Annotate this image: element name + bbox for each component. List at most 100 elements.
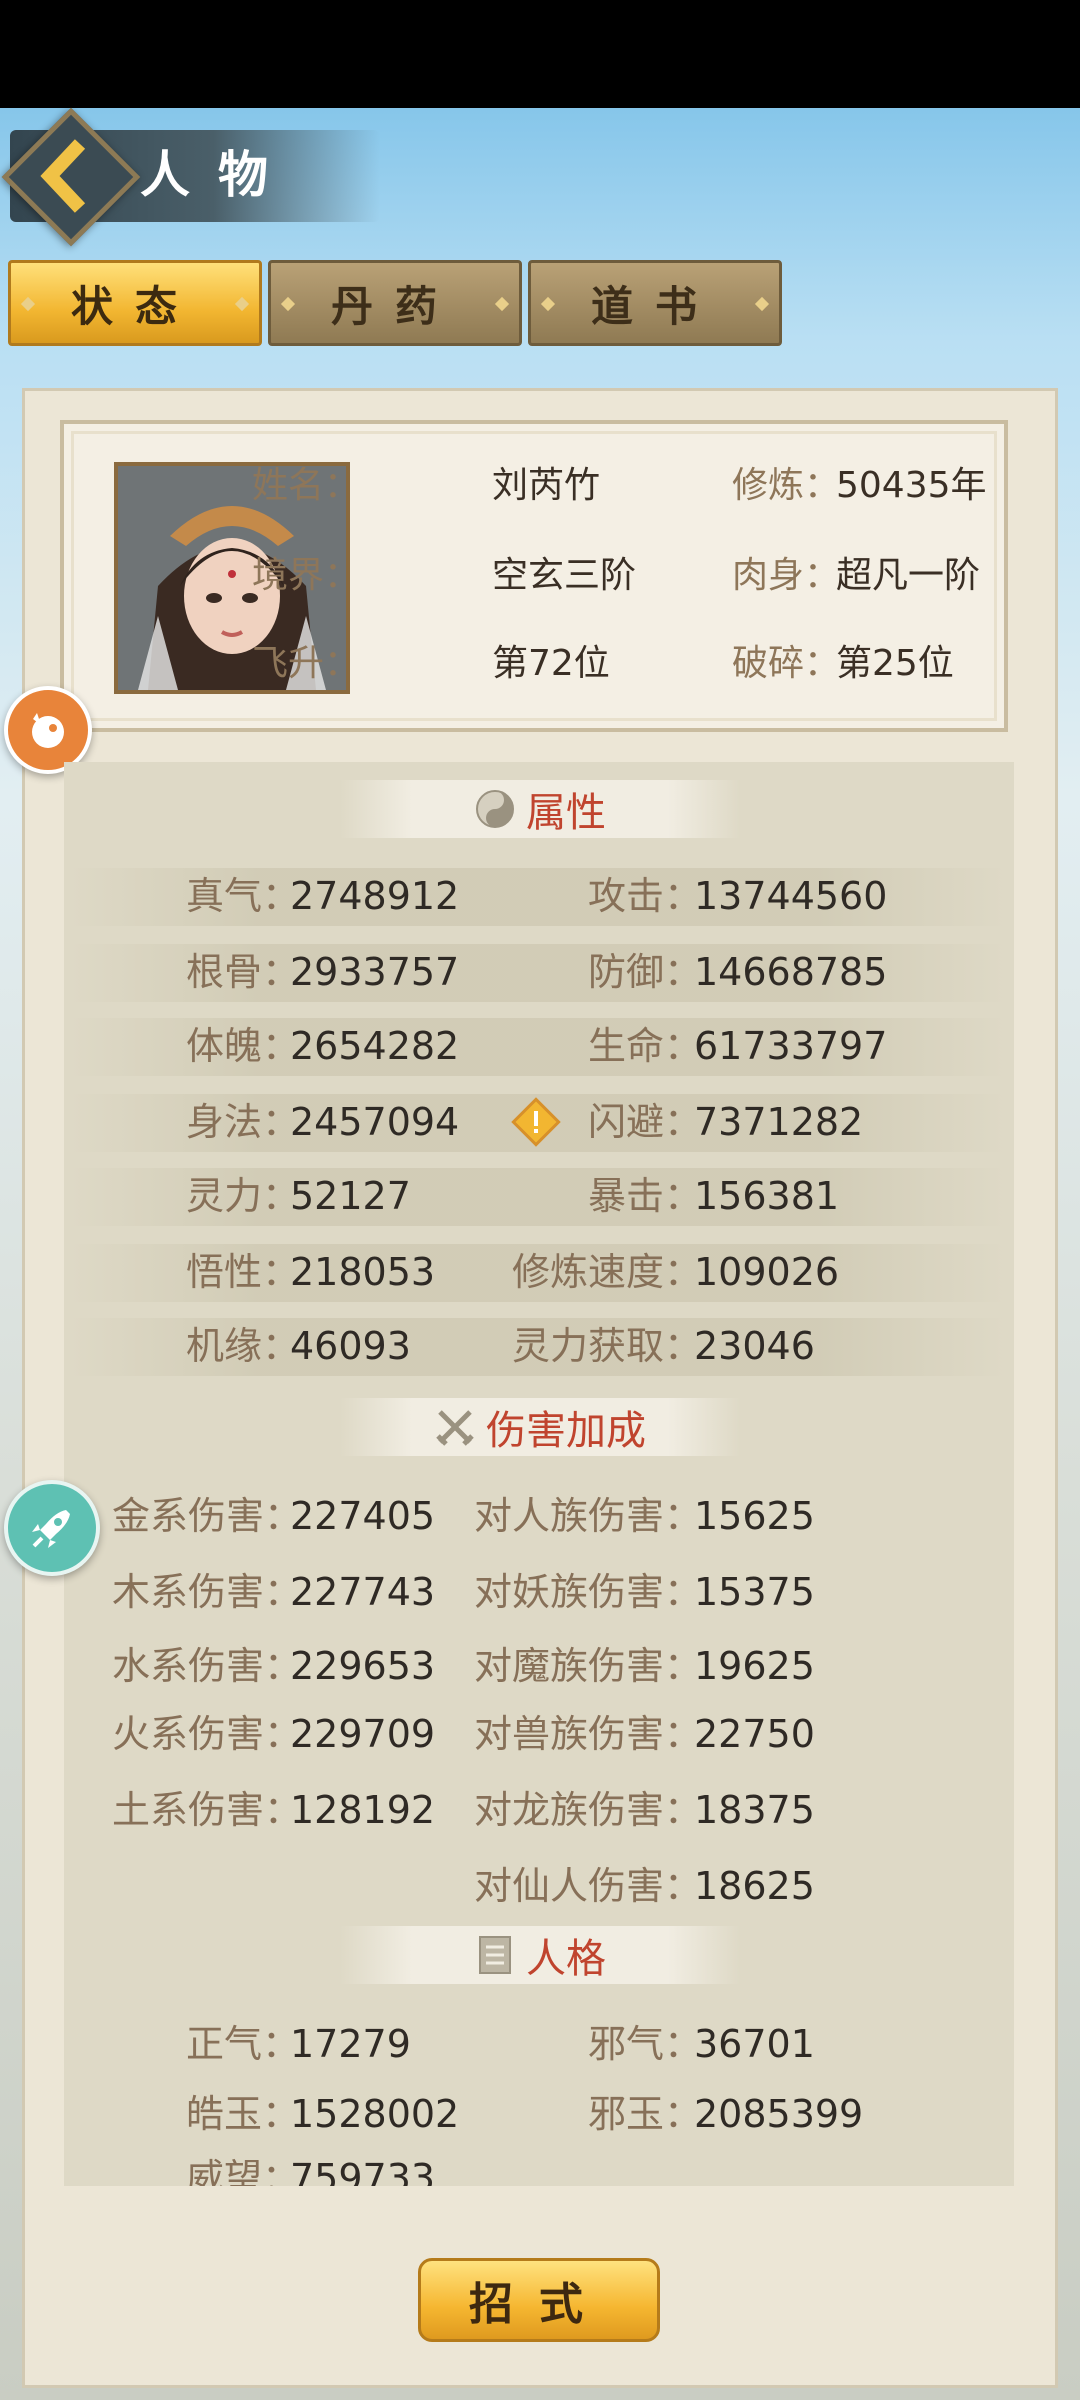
tab-ornament-icon: [494, 296, 510, 312]
stat-label: 防御：: [588, 950, 703, 994]
stat-value: 227405: [290, 1494, 436, 1538]
status-bar: [0, 0, 1080, 108]
tab-status[interactable]: 状态: [8, 260, 262, 346]
stat-value: 128192: [290, 1788, 436, 1832]
skills-button[interactable]: 招式: [418, 2258, 660, 2342]
section-title: 伤害加成: [486, 1408, 646, 1454]
back-chevron-icon: [36, 138, 96, 214]
cultivation-label: 修炼：: [732, 465, 841, 506]
stat-label: 邪玉：: [588, 2092, 703, 2136]
stat-value: 2085399: [694, 2092, 864, 2136]
stat-value: 227743: [290, 1570, 436, 1614]
tab-bar: 状态 丹药 道书: [8, 260, 782, 346]
tab-pills[interactable]: 丹药: [268, 260, 522, 346]
body-value: 超凡一阶: [836, 555, 981, 596]
realm-value: 空玄三阶: [492, 555, 637, 596]
stat-value: 14668785: [694, 950, 888, 994]
stat-value: 18375: [694, 1788, 815, 1832]
stat-value: 19625: [694, 1644, 815, 1688]
stat-value: 13744560: [694, 874, 888, 918]
stat-value: 2748912: [290, 874, 460, 918]
body-label: 肉身：: [732, 555, 841, 596]
stat-value: 156381: [694, 1174, 840, 1218]
stat-value: 36701: [694, 2022, 815, 2066]
stat-label: 机缘：: [186, 1324, 301, 1368]
cultivation-value: 50435年: [836, 465, 987, 506]
stat-label: 体魄：: [186, 1024, 301, 1068]
ascend-value: 第72位: [492, 643, 610, 684]
stat-label: 木系伤害：: [112, 1570, 303, 1614]
stat-value: 229709: [290, 1712, 436, 1756]
stat-label: 灵力：: [186, 1174, 301, 1218]
realm-label: 境界：: [252, 555, 361, 596]
skills-button-label: 招式: [469, 2279, 609, 2330]
stat-value: 2933757: [290, 950, 460, 994]
stat-label: 对魔族伤害：: [474, 1644, 703, 1688]
tab-ornament-icon: [234, 296, 250, 312]
stat-label: 暴击：: [588, 1174, 703, 1218]
crossed-swords-icon: [434, 1406, 476, 1448]
stat-label: 对人族伤害：: [474, 1494, 703, 1538]
section-header-attributes: 属性: [340, 780, 740, 838]
stat-label: 闪避：: [588, 1100, 703, 1144]
stat-value: 2457094: [290, 1100, 460, 1144]
stat-value: 18625: [694, 1864, 815, 1908]
stat-label: 正气：: [186, 2022, 301, 2066]
stat-label: 威望：: [186, 2156, 301, 2186]
stat-label: 身法：: [186, 1100, 301, 1144]
tab-ornament-icon: [20, 296, 36, 312]
stat-label: 土系伤害：: [112, 1788, 303, 1832]
stat-label: 灵力获取：: [512, 1324, 703, 1368]
stat-value: 759733: [290, 2156, 436, 2186]
ascend-label: 飞升：: [252, 643, 361, 684]
stat-value: 15625: [694, 1494, 815, 1538]
rocket-icon: [32, 1510, 70, 1548]
tab-label: 丹药: [330, 281, 459, 331]
stat-label: 邪气：: [588, 2022, 703, 2066]
stat-value: 15375: [694, 1570, 815, 1614]
tab-label: 道书: [590, 281, 719, 331]
tab-ornament-icon: [754, 296, 770, 312]
pet-float-button[interactable]: [4, 686, 92, 774]
stat-label: 真气：: [186, 874, 301, 918]
name-value: 刘芮竹: [492, 465, 601, 506]
stat-label: 对龙族伤害：: [474, 1788, 703, 1832]
pet-icon: [32, 713, 64, 748]
tab-books[interactable]: 道书: [528, 260, 782, 346]
stat-label: 金系伤害：: [112, 1494, 303, 1538]
stat-label: 对兽族伤害：: [474, 1712, 703, 1756]
stat-value: 52127: [290, 1174, 411, 1218]
stat-label: 攻击：: [588, 874, 703, 918]
stat-label: 皓玉：: [186, 2092, 301, 2136]
section-title: 属性: [526, 790, 606, 836]
stat-value: 46093: [290, 1324, 411, 1368]
stat-value: 7371282: [694, 1100, 864, 1144]
stat-value: 218053: [290, 1250, 436, 1294]
stat-value: 22750: [694, 1712, 815, 1756]
section-header-personality: 人格: [340, 1926, 740, 1984]
stat-value: 23046: [694, 1324, 815, 1368]
stat-label: 悟性：: [186, 1250, 301, 1294]
rocket-float-button[interactable]: [4, 1480, 100, 1576]
page-title: 人物: [140, 145, 296, 204]
stat-value: 229653: [290, 1644, 436, 1688]
tab-label: 状态: [70, 281, 199, 331]
section-header-damage: 伤害加成: [340, 1398, 740, 1456]
name-label: 姓名：: [252, 465, 361, 506]
document-icon: [474, 1934, 516, 1976]
stat-value: 2654282: [290, 1024, 460, 1068]
stat-label: 火系伤害：: [112, 1712, 303, 1756]
stat-value: 109026: [694, 1250, 840, 1294]
stat-value: 17279: [290, 2022, 411, 2066]
warning-icon[interactable]: [508, 1094, 564, 1150]
stat-label: 对妖族伤害：: [474, 1570, 703, 1614]
stat-label: 水系伤害：: [112, 1644, 303, 1688]
clipped-row: 威望： 759733: [64, 2150, 1014, 2186]
shatter-value: 第25位: [836, 643, 954, 684]
shatter-label: 破碎：: [732, 643, 841, 684]
tab-ornament-icon: [540, 296, 556, 312]
stat-label: 生命：: [588, 1024, 703, 1068]
tab-ornament-icon: [280, 296, 296, 312]
stat-label: 对仙人伤害：: [474, 1864, 703, 1908]
section-title: 人格: [526, 1936, 606, 1982]
